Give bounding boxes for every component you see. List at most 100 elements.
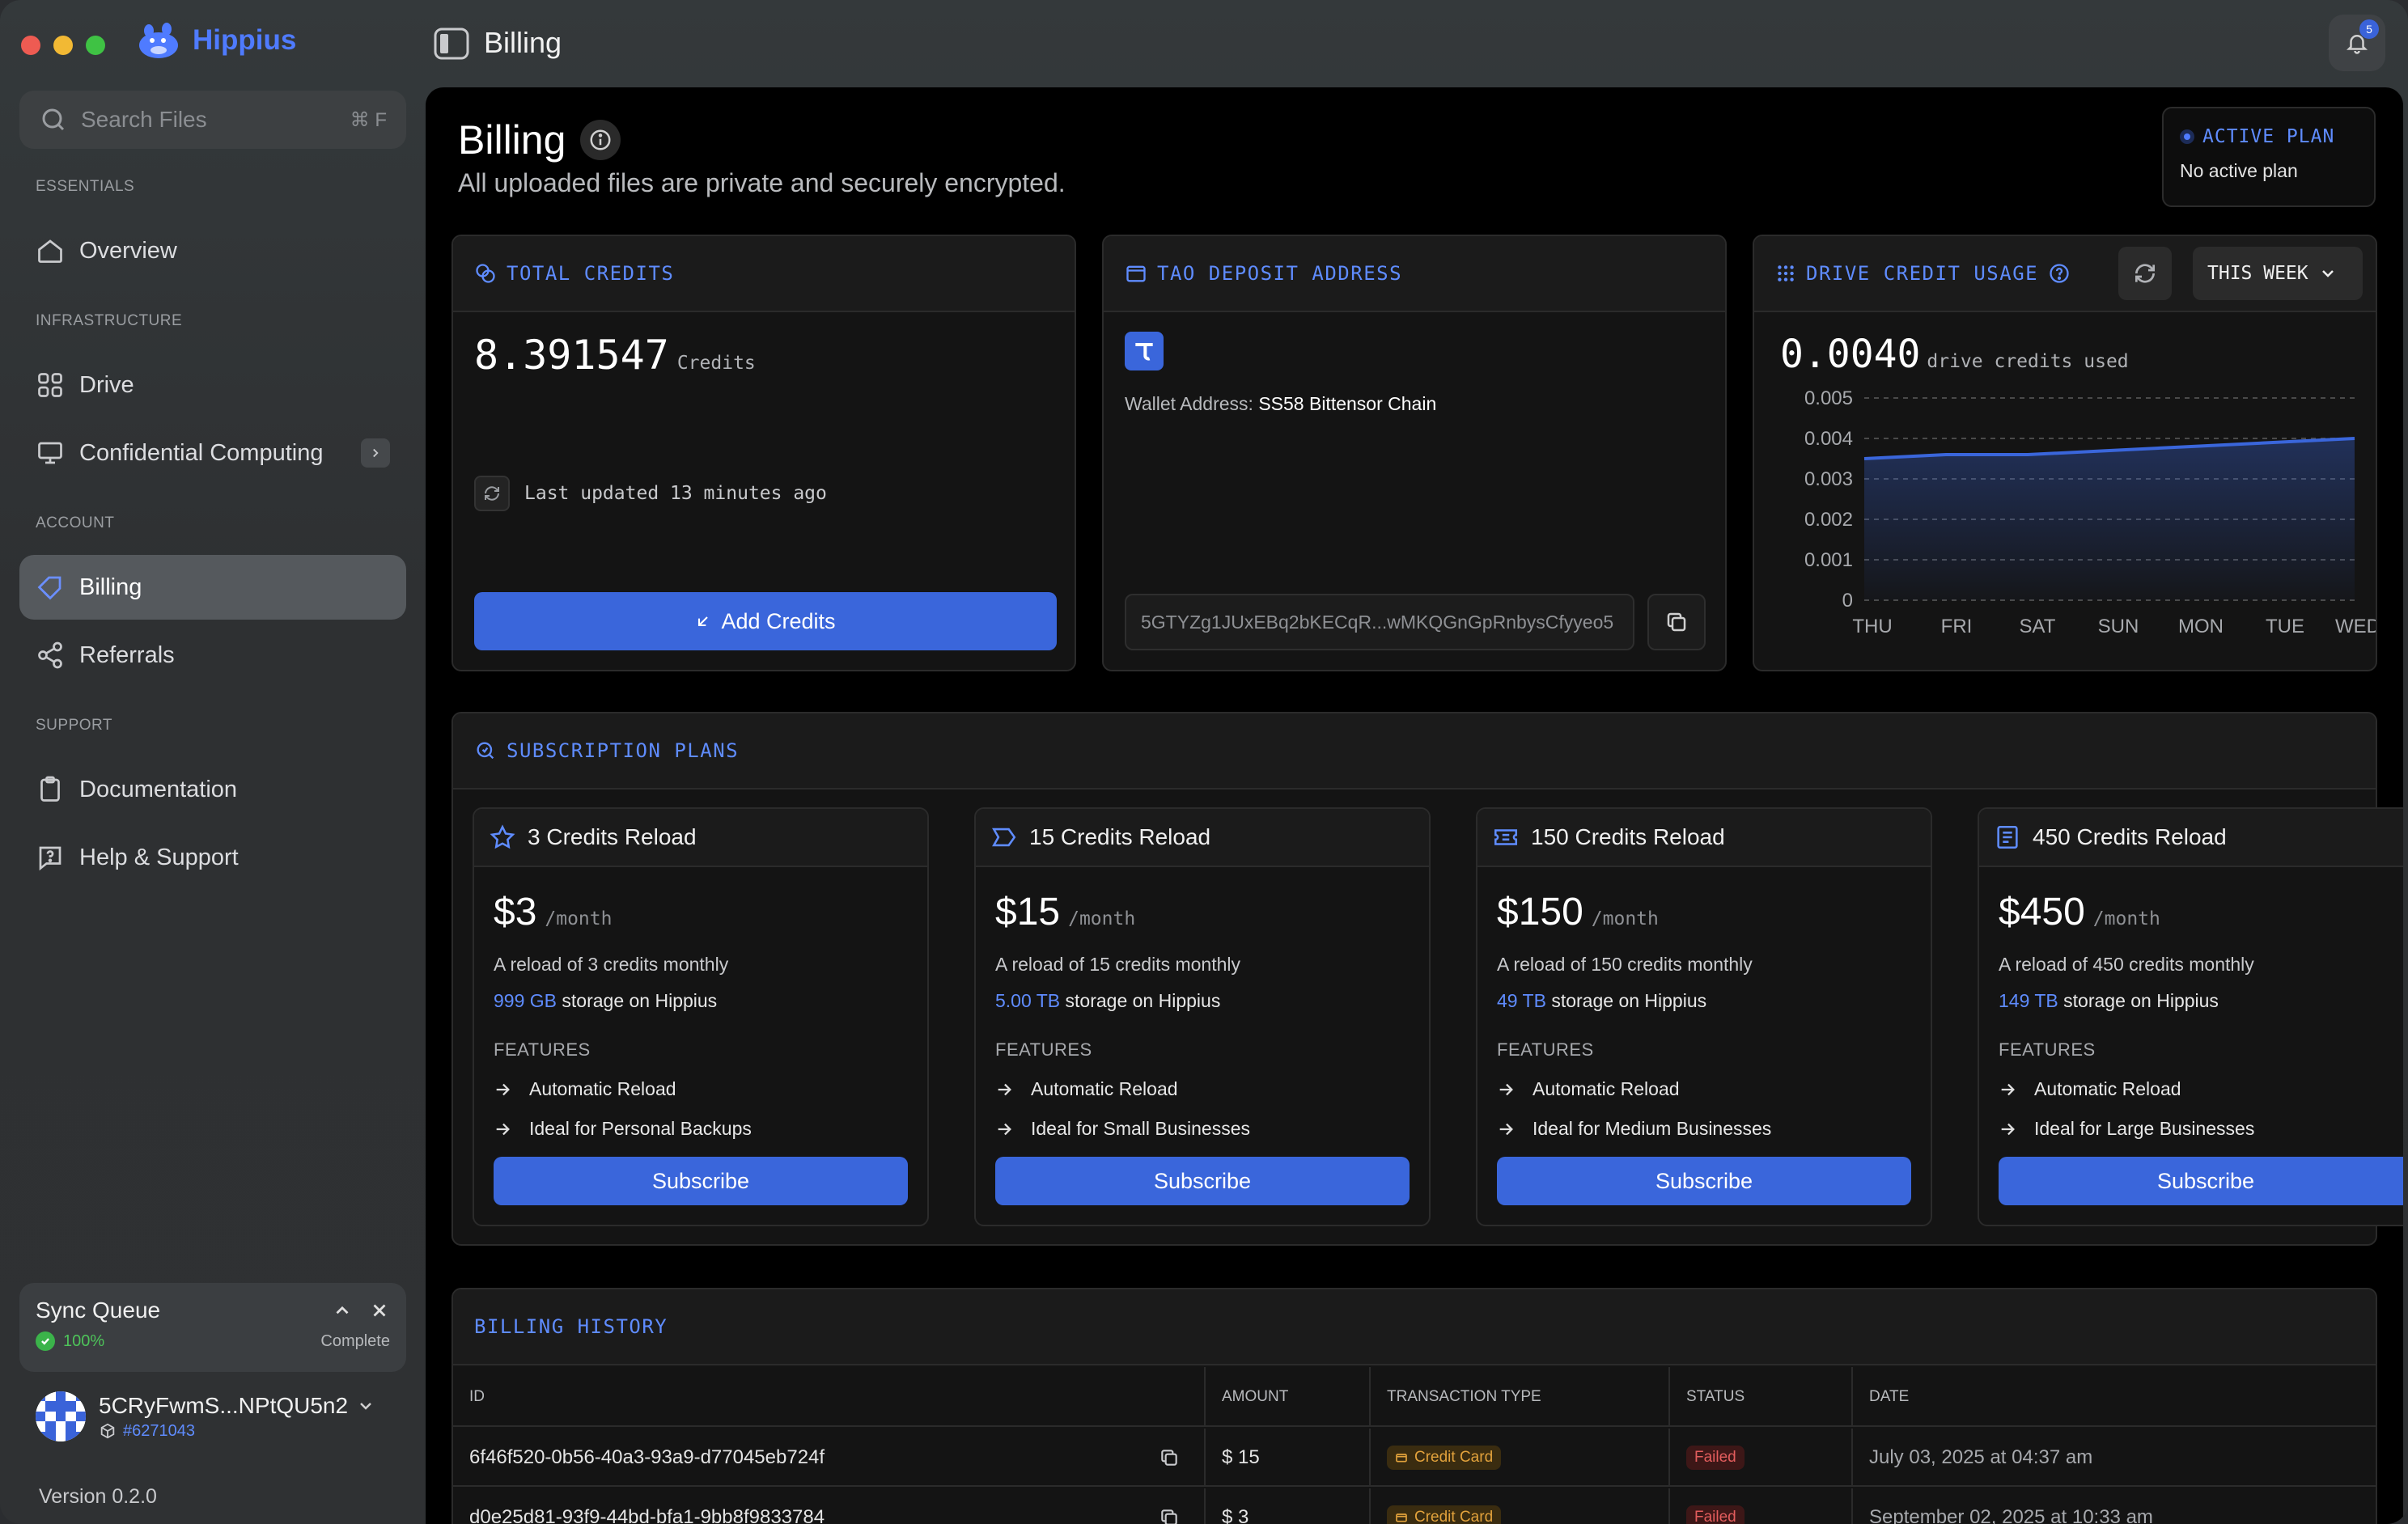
sidebar-toggle-icon[interactable] — [434, 28, 469, 60]
copy-address-button[interactable] — [1647, 594, 1706, 650]
sidebar-item-confidential-computing[interactable]: Confidential Computing — [19, 421, 406, 485]
plan-name: 150 Credits Reload — [1531, 824, 1725, 849]
search-placeholder: Search Files — [81, 107, 207, 132]
copy-icon — [1667, 612, 1686, 632]
range-select[interactable]: THIS WEEK — [2193, 247, 2363, 300]
sync-status: Complete — [320, 1331, 390, 1350]
plan-name: 3 Credits Reload — [528, 824, 697, 849]
plan-description: A reload of 15 credits monthly — [995, 954, 1240, 975]
active-plan-value: No active plan — [2180, 160, 2298, 181]
y-tick-label: 0.001 — [1804, 549, 1853, 571]
feature-item: Ideal for Personal Backups — [494, 1118, 908, 1140]
sidebar-item-label: Help & Support — [79, 844, 239, 870]
chevron-right-icon[interactable] — [361, 438, 390, 468]
subscribe-label: Subscribe — [1655, 1168, 1753, 1193]
arrow-right-icon — [496, 1083, 510, 1095]
main-content: Billing All uploaded files are private a… — [426, 87, 2403, 1524]
notifications-button[interactable]: 5 — [2329, 15, 2385, 71]
feature-label: Automatic Reload — [2034, 1078, 2181, 1099]
sidebar-item-label: Documentation — [79, 776, 238, 802]
features-label: FEATURES — [1999, 1039, 2096, 1060]
subscribe-button[interactable]: Subscribe — [1497, 1157, 1911, 1205]
arrow-right-icon — [2001, 1123, 2015, 1135]
x-tick-label: TUE — [2266, 616, 2304, 637]
x-tick-label: SAT — [2020, 616, 2056, 637]
section-support: SUPPORT — [36, 717, 113, 734]
feature-label: Ideal for Medium Businesses — [1533, 1118, 1772, 1139]
add-credits-label: Add Credits — [721, 608, 836, 633]
active-plan-label: ACTIVE PLAN — [2202, 126, 2335, 147]
subscribe-label: Subscribe — [2156, 1168, 2255, 1193]
plan-storage-suffix: storage on Hippius — [1065, 990, 1221, 1011]
feature-item: Automatic Reload — [1497, 1078, 1911, 1100]
status-cell: Failed — [1670, 1429, 1853, 1487]
sidebar-item-drive[interactable]: Drive — [19, 353, 406, 417]
column-header: TRANSACTION TYPE — [1371, 1367, 1670, 1427]
refresh-icon[interactable] — [474, 476, 510, 511]
dots-grid-icon — [1778, 265, 1794, 282]
account-switcher[interactable]: 5CRyFwmS...NPtQU5n2 #6271043 — [36, 1391, 375, 1441]
check-circle-icon — [36, 1331, 55, 1351]
usage-amount: 0.0040 — [1780, 332, 1921, 377]
chevron-down-icon — [2321, 270, 2334, 277]
x-tick-label: MON — [2178, 616, 2224, 637]
feature-label: Ideal for Personal Backups — [529, 1118, 752, 1139]
amount: $ 3 — [1222, 1506, 1249, 1524]
date-cell: July 03, 2025 at 04:37 am — [1853, 1429, 2376, 1487]
plan-storage: 49 TB storage on Hippius — [1497, 990, 1911, 1012]
plan-storage-suffix: storage on Hippius — [1551, 990, 1707, 1011]
page-subtitle: All uploaded files are private and secur… — [458, 168, 1066, 197]
block-number: #6271043 — [123, 1421, 195, 1440]
credit-card-icon — [1396, 1454, 1407, 1463]
copy-icon[interactable] — [1159, 1447, 1180, 1468]
y-tick-label: 0 — [1842, 590, 1853, 612]
date-cell: September 02, 2025 at 10:33 am — [1853, 1488, 2376, 1524]
hippo-logo-icon — [139, 23, 178, 58]
plan-storage-suffix: storage on Hippius — [562, 990, 718, 1011]
help-circle-icon[interactable] — [2048, 262, 2071, 285]
sidebar-item-overview[interactable]: Overview — [19, 218, 406, 283]
plan-card: 150 Credits Reload $150 /month A reload … — [1476, 807, 1932, 1226]
plan-price: $3 — [494, 891, 537, 933]
sidebar-item-help-support[interactable]: Help & Support — [19, 825, 406, 890]
wallet-chain: SS58 Bittensor Chain — [1258, 393, 1437, 414]
sidebar-item-referrals[interactable]: Referrals — [19, 623, 406, 688]
range-value: THIS WEEK — [2207, 263, 2308, 284]
status-cell: Failed — [1670, 1488, 1853, 1524]
copy-icon[interactable] — [1159, 1507, 1180, 1524]
add-credits-button[interactable]: Add Credits — [474, 592, 1057, 650]
receipt-icon — [1997, 825, 2018, 849]
sidebar-item-label: Billing — [79, 574, 142, 600]
search-input[interactable]: Search Files ⌘ F — [19, 91, 406, 149]
arrow-right-icon — [998, 1123, 1011, 1135]
subscribe-button[interactable]: Subscribe — [995, 1157, 1410, 1205]
plan-storage: 149 TB storage on Hippius — [1999, 990, 2403, 1012]
close-icon[interactable] — [369, 1300, 390, 1321]
app-logo[interactable]: Hippius — [134, 19, 296, 61]
credits-amount: 8.391547 — [474, 332, 669, 379]
billing-history-section: BILLING HISTORY ID AMOUNT TRANSACTION TY… — [451, 1288, 2377, 1524]
column-header: DATE — [1869, 1388, 1910, 1405]
transaction-id: d0e25d81-93f9-44bd-bfa1-9bb8f9833784 — [469, 1506, 825, 1524]
refresh-usage-button[interactable] — [2118, 247, 2172, 300]
chevron-up-icon[interactable] — [332, 1300, 353, 1321]
deposit-address-field[interactable]: 5GTYZg1JUxEBq2bKECqR...wMKQGnGpRnbysCfyy… — [1125, 594, 1634, 650]
sidebar-item-billing[interactable]: Billing — [19, 555, 406, 620]
plan-storage: 999 GB storage on Hippius — [494, 990, 908, 1012]
subscribe-button[interactable]: Subscribe — [1999, 1157, 2403, 1205]
status-badge: Failed — [1686, 1446, 1745, 1470]
status-dot-icon — [2180, 129, 2194, 144]
sidebar-item-documentation[interactable]: Documentation — [19, 757, 406, 822]
plan-card: 3 Credits Reload $3 /month A reload of 3… — [473, 807, 929, 1226]
feature-item: Ideal for Medium Businesses — [1497, 1118, 1911, 1140]
info-icon[interactable] — [580, 120, 621, 160]
type-cell: Credit Card — [1371, 1429, 1670, 1487]
sidebar-item-label: Confidential Computing — [79, 439, 324, 466]
transaction-type: Credit Card — [1414, 1509, 1494, 1524]
subscribe-button[interactable]: Subscribe — [494, 1157, 908, 1205]
status-badge: Failed — [1686, 1505, 1745, 1524]
plan-price: $450 — [1999, 891, 2085, 933]
id-cell: 6f46f520-0b56-40a3-93a9-d77045eb724f — [453, 1429, 1206, 1487]
section-title: SUBSCRIPTION PLANS — [507, 739, 740, 762]
grid-icon — [38, 373, 62, 397]
